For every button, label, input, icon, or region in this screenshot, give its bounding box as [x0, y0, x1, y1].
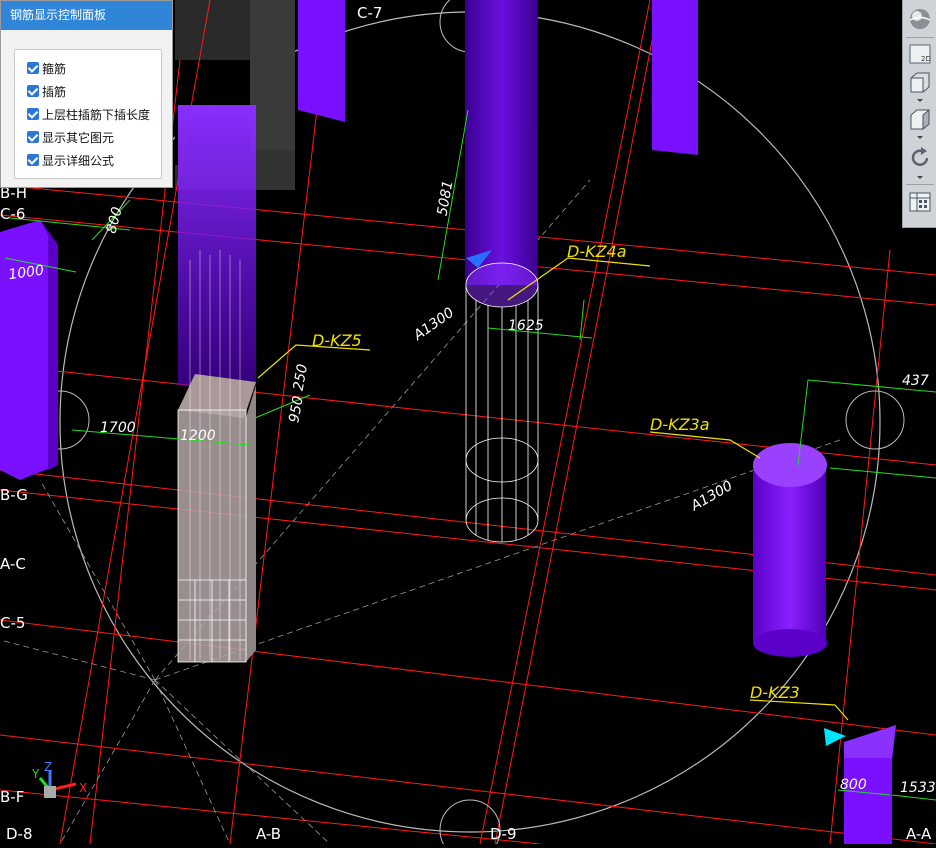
dim-5081: 5081: [435, 179, 457, 217]
option-label: 箍筋: [42, 61, 67, 76]
axis-label-d9: D-9: [490, 825, 517, 843]
dim-250: 250: [291, 363, 311, 392]
dashed-construction-lines: [0, 179, 841, 845]
column-d-kz4a-rebar: [465, 262, 539, 543]
axis-label-d8: D-8: [6, 825, 33, 843]
checkbox-upper-column-dowel-length[interactable]: [27, 108, 39, 120]
2d-view-icon[interactable]: 2D: [908, 42, 932, 66]
column-c7-right: [652, 0, 698, 155]
dim-950: 950: [286, 395, 306, 424]
view-toolbar: 2D: [902, 0, 936, 228]
axis-label-aa: A-A: [906, 825, 932, 843]
option-show-detailed-formula[interactable]: 显示详细公式: [27, 152, 114, 168]
svg-text:X: X: [79, 781, 87, 795]
option-label: 显示其它图元: [42, 130, 115, 145]
coordinate-gizmo: X Y Z: [31, 760, 87, 798]
dim-1700: 1700: [100, 420, 136, 436]
3d-box-side-icon[interactable]: [908, 108, 932, 132]
checkbox-show-other-elements[interactable]: [27, 131, 39, 143]
label-d-kz5: D-KZ5: [312, 331, 362, 350]
option-label: 插筋: [42, 84, 67, 99]
panel-title: 钢筋显示控制面板: [1, 1, 172, 30]
dim-a1300-2: A1300: [687, 478, 735, 515]
sphere-view-icon[interactable]: [908, 7, 932, 31]
dim-437: 437: [902, 373, 929, 389]
svg-text:2D: 2D: [921, 55, 931, 63]
layout-view-icon[interactable]: [908, 190, 932, 214]
option-label: 上层柱插筋下插长度: [42, 107, 151, 122]
axis-label-c7: C-7: [357, 4, 382, 22]
checkbox-stirrup[interactable]: [27, 62, 39, 74]
axis-label-bg: B-G: [0, 486, 28, 504]
dim-a1300-1: A1300: [410, 305, 457, 345]
column-purple-tube: [465, 0, 538, 285]
dim-1625: 1625: [508, 318, 544, 334]
option-stirrup[interactable]: 箍筋: [27, 60, 66, 76]
label-d-kz3: D-KZ3: [750, 683, 800, 702]
dim-1533: 1533: [900, 780, 936, 796]
rotate-icon[interactable]: [908, 146, 932, 170]
axis-label-c5: C-5: [0, 614, 25, 632]
dim-1200: 1200: [180, 428, 216, 444]
axis-label-c6: C-6: [0, 205, 25, 223]
axis-label-ac: A-C: [0, 555, 26, 573]
dim-800-bottom: 800: [840, 777, 867, 793]
arrow-marker-cyan: [824, 728, 846, 746]
option-upper-column-dowel-length[interactable]: 上层柱插筋下插长度: [27, 106, 150, 122]
checkbox-dowel[interactable]: [27, 85, 39, 97]
svg-text:Y: Y: [31, 767, 40, 781]
option-label: 显示详细公式: [42, 153, 115, 168]
column-d-kz3a: [753, 443, 827, 657]
panel-options-box: 箍筋 插筋 上层柱插筋下插长度 显示其它图元 显示详细公式: [14, 49, 162, 179]
column-c7-left: [298, 0, 345, 122]
label-d-kz3a: D-KZ3a: [650, 415, 710, 434]
rebar-display-control-panel: 钢筋显示控制面板 箍筋 插筋 上层柱插筋下插长度 显示其它图元 显示详细公式: [0, 0, 173, 188]
dim-800-top: 800: [103, 205, 125, 235]
option-dowel[interactable]: 插筋: [27, 83, 66, 99]
axis-label-ab: A-B: [256, 825, 281, 843]
axis-label-bf: B-F: [0, 788, 24, 806]
svg-text:Z: Z: [44, 760, 52, 774]
label-d-kz4a: D-KZ4a: [567, 242, 627, 261]
option-show-other-elements[interactable]: 显示其它图元: [27, 129, 114, 145]
column-d-kz5: [177, 105, 256, 663]
checkbox-show-detailed-formula[interactable]: [27, 154, 39, 166]
3d-box-front-icon[interactable]: [908, 71, 932, 95]
